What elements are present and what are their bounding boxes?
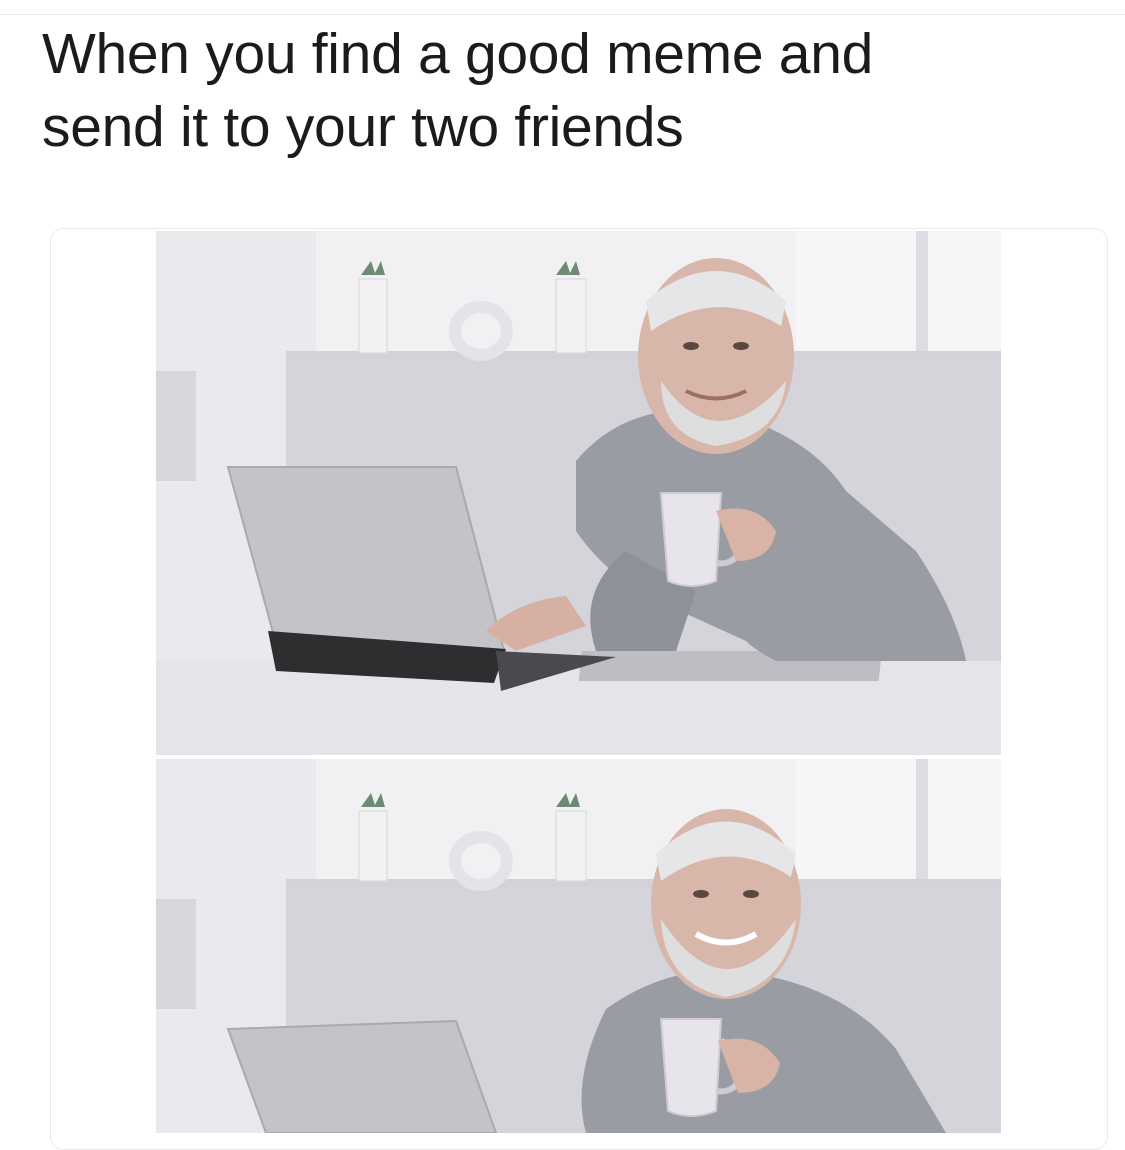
meme-caption: When you find a good meme and send it to… (42, 22, 873, 159)
panel-bottom-scene (156, 759, 1001, 1133)
image-card (50, 228, 1108, 1150)
laptop (226, 1019, 498, 1133)
panel-top-scene (156, 231, 1001, 755)
top-divider (0, 14, 1125, 15)
panel-top (156, 231, 1001, 755)
plant-left (358, 261, 388, 354)
panel-bottom (156, 759, 1001, 1133)
plant-left (358, 793, 388, 882)
